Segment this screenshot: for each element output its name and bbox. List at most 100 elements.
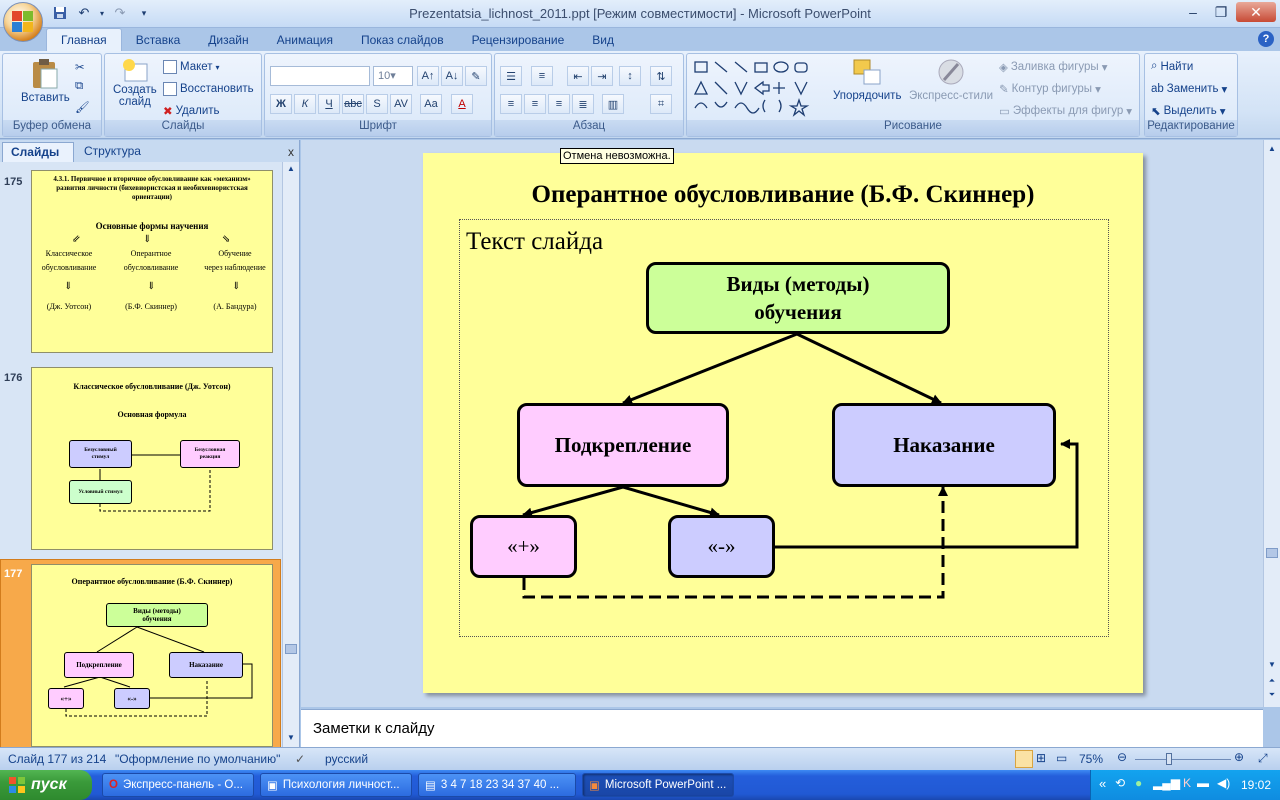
next-slide-icon[interactable]: ⏷	[1266, 690, 1278, 702]
task-word[interactable]: ▣ Психология личност...	[260, 773, 412, 797]
slideshow-view-icon[interactable]: ▭	[1056, 751, 1067, 765]
tab-view[interactable]: Вид	[578, 29, 628, 51]
scroll-thumb[interactable]	[285, 644, 297, 654]
justify-icon[interactable]: ≣	[572, 94, 594, 114]
tab-animation[interactable]: Анимация	[263, 29, 347, 51]
zoom-in-icon[interactable]: ⊕	[1234, 750, 1244, 764]
shape-effects-button[interactable]: ▭ Эффекты для фигур ▾	[999, 104, 1132, 118]
select-button[interactable]: ⬉ Выделить ▾	[1151, 104, 1225, 118]
italic-icon[interactable]: К	[294, 94, 316, 114]
align-left-icon[interactable]: ≡	[500, 94, 522, 114]
layout-button[interactable]: Макет ▾	[163, 60, 220, 74]
shape-outline-button[interactable]: ✎ Контур фигуры ▾	[999, 82, 1101, 96]
notes-pane[interactable]: Заметки к слайду	[301, 709, 1263, 747]
increase-indent-icon[interactable]: ⇥	[591, 66, 613, 86]
replace-button[interactable]: ab Заменить ▾	[1151, 82, 1227, 96]
tab-review[interactable]: Рецензирование	[458, 29, 579, 51]
flag-icon[interactable]: ▬	[1197, 776, 1209, 790]
quick-styles-button[interactable]: Экспресс-стили	[909, 58, 993, 102]
grow-font-icon[interactable]: A↑	[417, 66, 439, 86]
spellcheck-icon[interactable]: ✓	[295, 752, 305, 766]
clear-format-icon[interactable]: ✎	[465, 66, 487, 86]
slide-thumbnail-176[interactable]: Классическое обусловливание (Дж. Уотсон)…	[31, 367, 273, 550]
reset-button[interactable]: Восстановить	[163, 82, 254, 96]
cut-icon[interactable]: ✂	[75, 60, 85, 74]
bullets-icon[interactable]: ☰	[500, 66, 522, 86]
punishment-box[interactable]: Наказание	[832, 403, 1056, 487]
smartart-icon[interactable]: ⌗	[650, 94, 672, 114]
font-size-combo[interactable]: 10▾	[373, 66, 413, 86]
maximize-icon[interactable]: ❐	[1208, 2, 1234, 22]
tab-home[interactable]: Главная	[46, 28, 122, 51]
zoom-slider[interactable]	[1135, 759, 1231, 760]
strikethrough-icon[interactable]: abc	[342, 94, 364, 114]
shadow-icon[interactable]: S	[366, 94, 388, 114]
new-slide-button[interactable]: Создать слайд	[113, 58, 157, 108]
scroll-up-icon[interactable]: ▲	[285, 164, 297, 176]
case-icon[interactable]: Aa	[420, 94, 442, 114]
network-icon[interactable]: ⟲	[1115, 776, 1125, 790]
copy-icon[interactable]: ⧉	[75, 80, 83, 93]
fit-to-window-icon[interactable]: ⤢	[1258, 751, 1268, 766]
minimize-icon[interactable]: –	[1180, 2, 1206, 22]
volume-icon[interactable]: ◀)	[1217, 776, 1230, 790]
tab-slideshow[interactable]: Показ слайдов	[347, 29, 458, 51]
scroll-thumb[interactable]	[1266, 548, 1278, 558]
normal-view-icon[interactable]	[1015, 750, 1033, 768]
bold-icon[interactable]: Ж	[270, 94, 292, 114]
line-spacing-icon[interactable]: ↕	[619, 66, 641, 86]
font-color-icon[interactable]: A	[451, 94, 473, 114]
paste-button[interactable]: Вставить	[21, 58, 70, 104]
numbering-icon[interactable]: ≡	[531, 66, 553, 86]
language[interactable]: русский	[325, 752, 368, 766]
close-panel-icon[interactable]: x	[288, 145, 294, 159]
scroll-down-icon[interactable]: ▼	[285, 733, 297, 745]
text-direction-icon[interactable]: ⇅	[650, 66, 672, 86]
tab-outline[interactable]: Структура	[76, 142, 166, 162]
task-folder[interactable]: ▤ 3 4 7 18 23 34 37 40 ...	[418, 773, 576, 797]
decrease-indent-icon[interactable]: ⇤	[567, 66, 589, 86]
start-button[interactable]: пуск	[0, 770, 92, 800]
arrange-button[interactable]: Упорядочить	[833, 58, 901, 102]
tab-slides[interactable]: Слайды	[2, 142, 74, 162]
align-right-icon[interactable]: ≡	[548, 94, 570, 114]
theme-name[interactable]: "Оформление по умолчанию"	[115, 752, 280, 766]
root-box[interactable]: Виды (методы) обучения	[646, 262, 950, 334]
tab-insert[interactable]: Вставка	[122, 29, 195, 51]
signal-icon[interactable]: ▂▄▆	[1153, 776, 1180, 790]
columns-icon[interactable]: ▥	[602, 94, 624, 114]
help-icon[interactable]: ?	[1258, 31, 1274, 47]
task-opera[interactable]: O Экспресс-панель - О...	[102, 773, 254, 797]
shape-fill-button[interactable]: ◈ Заливка фигуры ▾	[999, 60, 1107, 74]
tray-arrow-icon[interactable]: «	[1099, 776, 1106, 791]
previous-slide-icon[interactable]: ⏶	[1266, 676, 1278, 688]
slide-thumbnail-175[interactable]: 4.3.1. Первичное и вторичное обусловлива…	[31, 170, 273, 353]
zoom-level[interactable]: 75%	[1079, 752, 1103, 766]
kaspersky-icon[interactable]: K	[1183, 776, 1191, 790]
slide-sorter-icon[interactable]: ⊞	[1036, 751, 1046, 765]
find-button[interactable]: ⌕ Найти	[1151, 60, 1193, 73]
delete-slide-button[interactable]: ✖ Удалить	[163, 104, 220, 118]
close-icon[interactable]: ✕	[1236, 2, 1276, 22]
positive-box[interactable]: «+»	[470, 515, 577, 578]
slide-scrollbar[interactable]: ▲ ▼ ⏶ ⏷	[1263, 140, 1280, 707]
align-center-icon[interactable]: ≡	[524, 94, 546, 114]
scroll-up-icon[interactable]: ▲	[1266, 144, 1278, 156]
shrink-font-icon[interactable]: A↓	[441, 66, 463, 86]
underline-icon[interactable]: Ч	[318, 94, 340, 114]
slide-canvas[interactable]: Оперантное обусловливание (Б.Ф. Скиннер)…	[423, 153, 1143, 693]
spacing-icon[interactable]: AV	[390, 94, 412, 114]
scroll-down-icon[interactable]: ▼	[1266, 660, 1278, 672]
office-button[interactable]	[3, 2, 43, 42]
format-painter-icon[interactable]: 🖌	[75, 100, 90, 114]
tab-design[interactable]: Дизайн	[194, 29, 262, 51]
thumbnails-scrollbar[interactable]: ▲ ▼	[282, 162, 299, 747]
slide-thumbnail-177[interactable]: Оперантное обусловливание (Б.Ф. Скиннер)…	[31, 564, 273, 747]
skype-icon[interactable]: ●	[1135, 776, 1142, 790]
zoom-slider-thumb[interactable]	[1166, 753, 1172, 765]
shapes-gallery[interactable]	[693, 60, 823, 120]
zoom-out-icon[interactable]: ⊖	[1117, 750, 1127, 764]
negative-box[interactable]: «-»	[668, 515, 775, 578]
reinforcement-box[interactable]: Подкрепление	[517, 403, 729, 487]
task-powerpoint[interactable]: ▣ Microsoft PowerPoint ...	[582, 773, 734, 797]
